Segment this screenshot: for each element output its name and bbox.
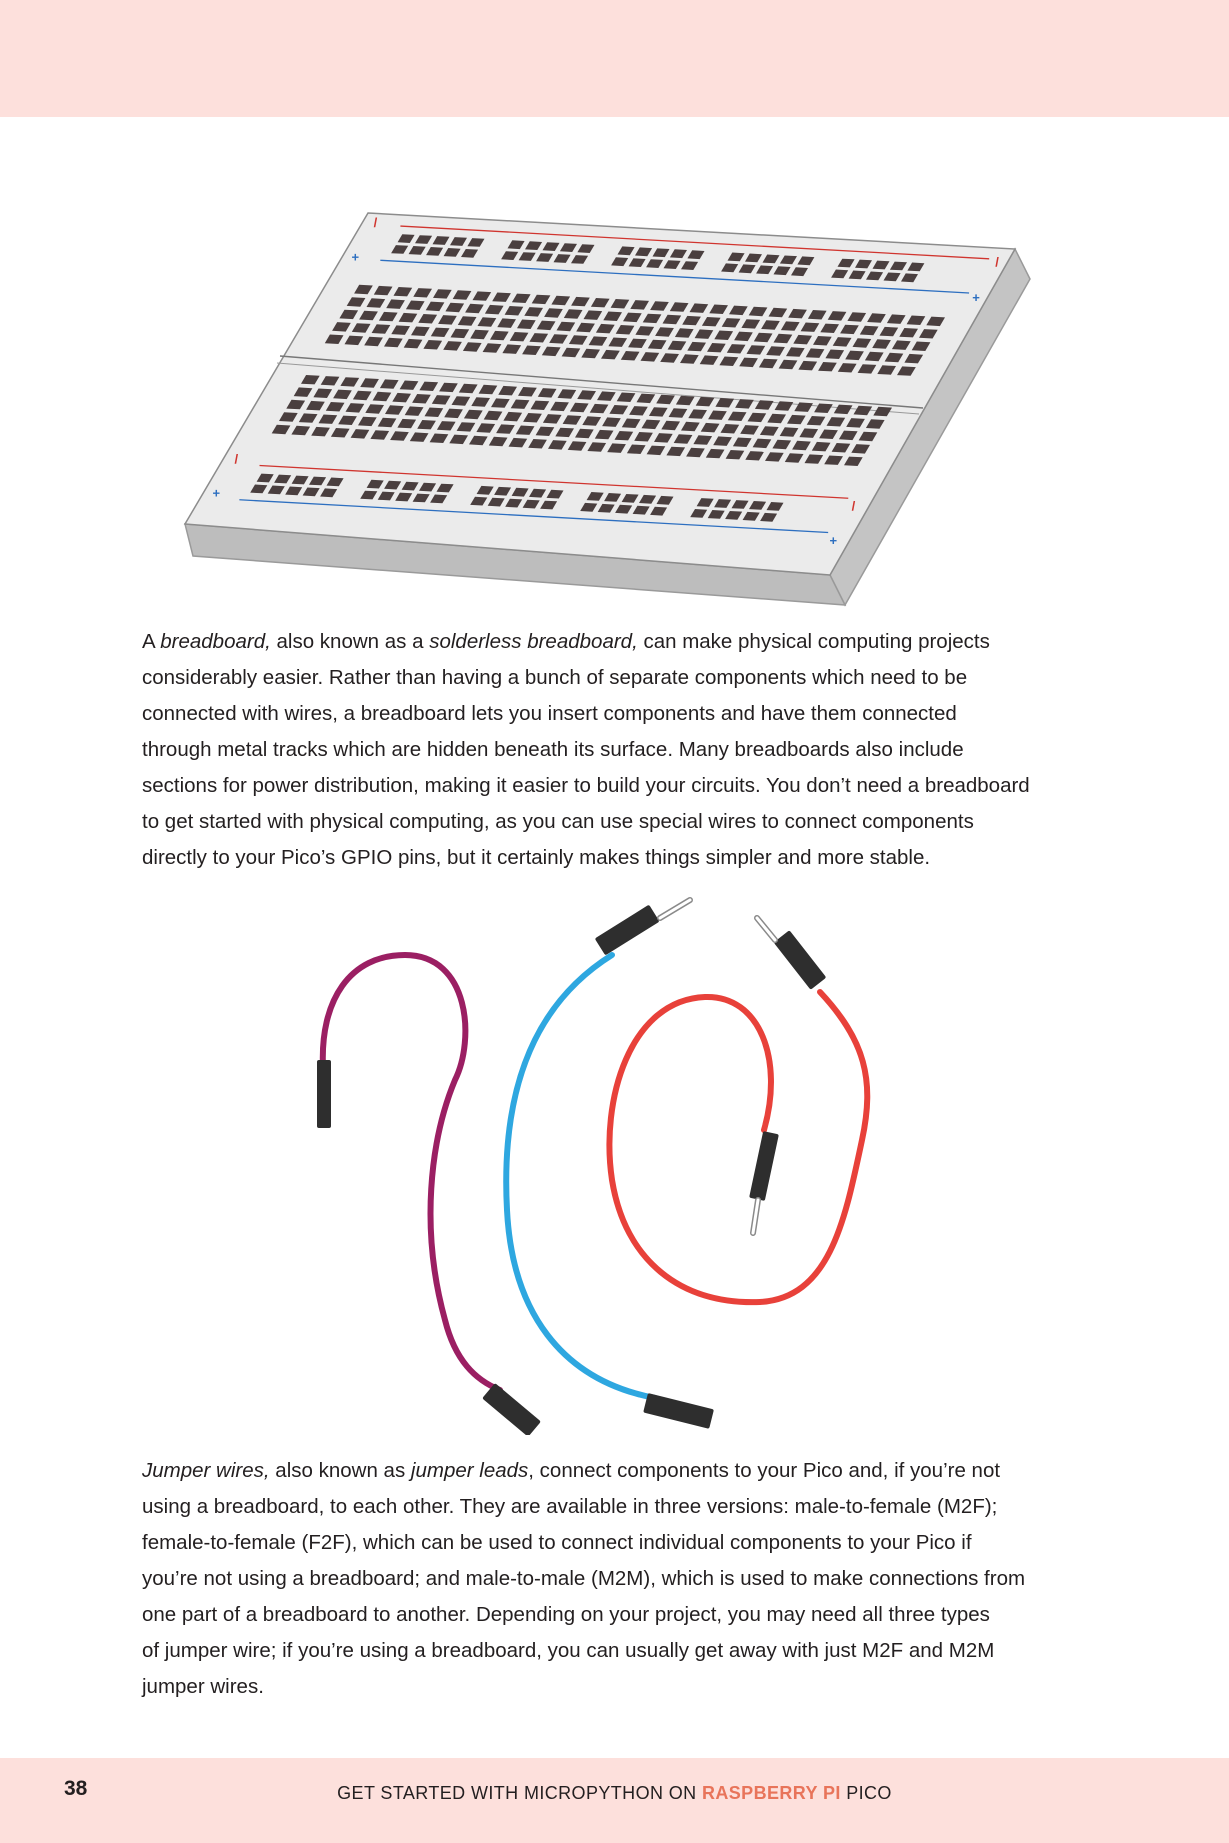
- italic-term: breadboard,: [160, 630, 271, 653]
- header-band: [0, 0, 1229, 117]
- text-run: female-to-female (F2F), which can be use…: [142, 1531, 972, 1554]
- text-run: one part of a breadboard to another. Dep…: [142, 1603, 990, 1626]
- text-run: to get started with physical computing, …: [142, 810, 974, 833]
- footer-title-suffix: PICO: [840, 1783, 892, 1803]
- text-line: Jumper wires, also known as jumper leads…: [142, 1453, 1092, 1489]
- female-connector-icon: [482, 1383, 541, 1435]
- text-run: considerably easier. Rather than having …: [142, 666, 968, 689]
- text-run: using a breadboard, to each other. They …: [142, 1495, 998, 1518]
- text-line: through metal tracks which are hidden be…: [142, 732, 1092, 768]
- breadboard-illustration: / + / + / + / +: [183, 212, 1031, 607]
- text-line: sections for power distribution, making …: [142, 768, 1092, 804]
- male-connector-icon: [749, 1131, 779, 1201]
- text-run: directly to your Pico’s GPIO pins, but i…: [142, 846, 931, 869]
- red-jumper-wire: [606, 915, 871, 1306]
- minus-marker-icon: /: [995, 254, 999, 269]
- minus-marker-icon: /: [852, 499, 856, 514]
- text-line: using a breadboard, to each other. They …: [142, 1489, 1092, 1525]
- text-run: can make physical computing projects: [637, 630, 990, 653]
- text-run: A: [142, 630, 161, 653]
- text-run: also known as a: [270, 630, 430, 653]
- plus-marker-icon: +: [352, 249, 360, 264]
- text-run: also known as: [269, 1459, 411, 1482]
- text-line: one part of a breadboard to another. Dep…: [142, 1597, 1092, 1633]
- plus-marker-icon: +: [829, 533, 837, 548]
- text-line: jumper wires.: [142, 1669, 1092, 1705]
- plus-marker-icon: +: [212, 486, 220, 501]
- italic-term: solderless breadboard,: [429, 630, 638, 653]
- text-run: sections for power distribution, making …: [142, 774, 1030, 797]
- text-line: considerably easier. Rather than having …: [142, 660, 1092, 696]
- text-line: to get started with physical computing, …: [142, 804, 1092, 840]
- text-run: jumper wires.: [142, 1675, 264, 1698]
- breadboard-paragraph: A breadboard, also known as a solderless…: [142, 624, 1092, 876]
- italic-term: jumper leads: [410, 1459, 529, 1482]
- text-run: through metal tracks which are hidden be…: [142, 738, 964, 761]
- female-connector-icon: [643, 1393, 714, 1429]
- footer-title-brand: RASPBERRY PI: [701, 1783, 841, 1803]
- male-connector-icon: [595, 905, 659, 955]
- footer-title-prefix: GET STARTED WITH MICROPYTHON ON: [337, 1783, 702, 1803]
- plus-marker-icon: +: [972, 290, 980, 305]
- text-line: female-to-female (F2F), which can be use…: [142, 1525, 1092, 1561]
- minus-marker-icon: /: [374, 215, 378, 230]
- female-connector-icon: [317, 1060, 331, 1128]
- text-run: you’re not using a breadboard; and male-…: [142, 1567, 1026, 1590]
- text-line: you’re not using a breadboard; and male-…: [142, 1561, 1092, 1597]
- text-line: directly to your Pico’s GPIO pins, but i…: [142, 840, 1092, 876]
- text-run: of jumper wire; if you’re using a breadb…: [142, 1639, 995, 1662]
- jumper-wires-illustration: [317, 897, 871, 1435]
- italic-term: Jumper wires,: [142, 1459, 270, 1482]
- minus-marker-icon: /: [235, 451, 239, 466]
- text-line: of jumper wire; if you’re using a breadb…: [142, 1633, 1092, 1669]
- text-run: connected with wires, a breadboard lets …: [142, 702, 957, 725]
- male-connector-icon: [774, 931, 826, 989]
- text-line: A breadboard, also known as a solderless…: [142, 624, 1092, 660]
- text-line: connected with wires, a breadboard lets …: [142, 696, 1092, 732]
- text-run: , connect components to your Pico and, i…: [528, 1459, 1001, 1482]
- footer-book-title: GET STARTED WITH MICROPYTHON ON RASPBERR…: [0, 1783, 1229, 1804]
- jumper-wires-paragraph: Jumper wires, also known as jumper leads…: [142, 1453, 1092, 1705]
